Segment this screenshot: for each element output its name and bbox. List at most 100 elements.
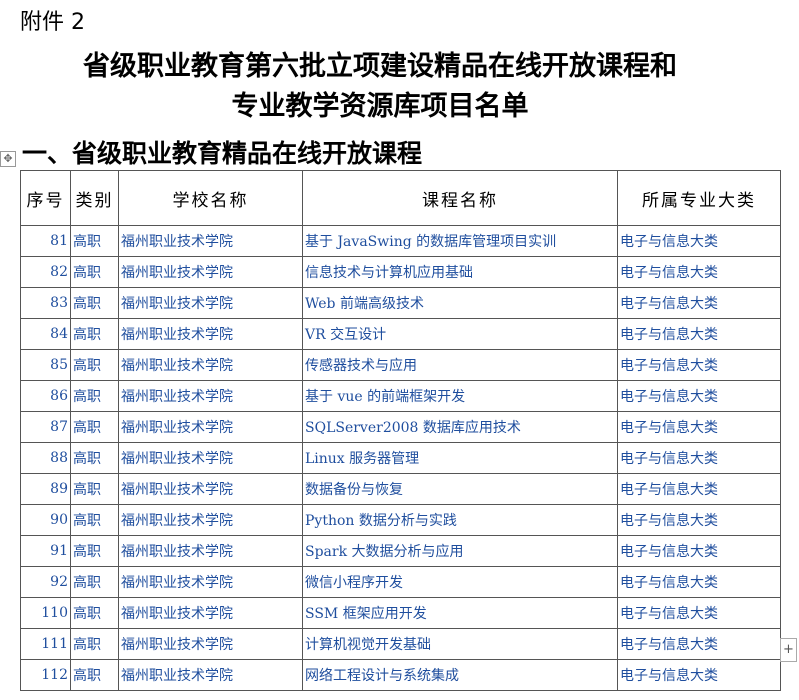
cell-no[interactable]: 111 [20,628,71,660]
cell-course[interactable]: SQLServer2008 数据库应用技术 [302,411,618,443]
cell-type[interactable]: 高职 [70,473,119,505]
cell-text: 高职 [73,513,101,529]
cell-no[interactable]: 90 [20,504,71,536]
cell-no[interactable]: 86 [20,380,71,412]
cell-text: 福州职业技术学院 [121,296,233,312]
cell-course[interactable]: Web 前端高级技术 [302,287,618,319]
cell-course[interactable]: 基于 JavaSwing 的数据库管理项目实训 [302,225,618,257]
cell-major[interactable]: 电子与信息大类 [617,628,781,660]
cell-no[interactable]: 81 [20,225,71,257]
cell-major[interactable]: 电子与信息大类 [617,287,781,319]
cell-course[interactable]: 基于 vue 的前端框架开发 [302,380,618,412]
cell-type[interactable]: 高职 [70,535,119,567]
cell-no[interactable]: 87 [20,411,71,443]
cell-no[interactable]: 112 [20,659,71,691]
table-row: 90 高职 福州职业技术学院 Python 数据分析与实践 电子与信息大类 [20,504,781,536]
table-row: 91 高职 福州职业技术学院 Spark 大数据分析与应用 电子与信息大类 [20,535,781,567]
cell-course[interactable]: 微信小程序开发 [302,566,618,598]
cell-school[interactable]: 福州职业技术学院 [118,318,303,350]
cell-no[interactable]: 91 [20,535,71,567]
cell-school[interactable]: 福州职业技术学院 [118,225,303,257]
cell-type[interactable]: 高职 [70,442,119,474]
cell-no[interactable]: 83 [20,287,71,319]
cell-school[interactable]: 福州职业技术学院 [118,628,303,660]
cell-text: VR 交互设计 [305,327,387,343]
cell-text: Python 数据分析与实践 [305,513,457,529]
cell-school[interactable]: 福州职业技术学院 [118,411,303,443]
cell-school[interactable]: 福州职业技术学院 [118,380,303,412]
cell-text: 高职 [73,575,101,591]
cell-text: 81 [50,233,68,249]
cell-major[interactable]: 电子与信息大类 [617,597,781,629]
cell-no[interactable]: 88 [20,442,71,474]
cell-course[interactable]: Linux 服务器管理 [302,442,618,474]
cell-school[interactable]: 福州职业技术学院 [118,349,303,381]
cell-type[interactable]: 高职 [70,380,119,412]
move-arrows-icon[interactable]: ✥ [0,151,16,167]
cell-type[interactable]: 高职 [70,659,119,691]
cell-no[interactable]: 89 [20,473,71,505]
cell-major[interactable]: 电子与信息大类 [617,349,781,381]
cell-major[interactable]: 电子与信息大类 [617,473,781,505]
cell-type[interactable]: 高职 [70,225,119,257]
cell-text: 电子与信息大类 [620,513,718,529]
cell-school[interactable]: 福州职业技术学院 [118,504,303,536]
plus-icon[interactable]: + [780,638,797,662]
cell-text: 福州职业技术学院 [121,482,233,498]
cell-course[interactable]: 计算机视觉开发基础 [302,628,618,660]
cell-type[interactable]: 高职 [70,349,119,381]
cell-school[interactable]: 福州职业技术学院 [118,597,303,629]
header-major: 所属专业大类 [617,170,781,226]
cell-type[interactable]: 高职 [70,411,119,443]
cell-no[interactable]: 82 [20,256,71,288]
cell-no[interactable]: 110 [20,597,71,629]
cell-major[interactable]: 电子与信息大类 [617,442,781,474]
cell-major[interactable]: 电子与信息大类 [617,318,781,350]
cell-course[interactable]: SSM 框架应用开发 [302,597,618,629]
cell-type[interactable]: 高职 [70,566,119,598]
cell-text: 网络工程设计与系统集成 [305,668,459,684]
cell-course[interactable]: Python 数据分析与实践 [302,504,618,536]
cell-text: 111 [41,636,68,652]
cell-major[interactable]: 电子与信息大类 [617,659,781,691]
cell-major[interactable]: 电子与信息大类 [617,256,781,288]
cell-type[interactable]: 高职 [70,287,119,319]
cell-course[interactable]: 传感器技术与应用 [302,349,618,381]
cell-text: 高职 [73,296,101,312]
cell-major[interactable]: 电子与信息大类 [617,566,781,598]
cell-school[interactable]: 福州职业技术学院 [118,256,303,288]
cell-school[interactable]: 福州职业技术学院 [118,566,303,598]
cell-major[interactable]: 电子与信息大类 [617,535,781,567]
cell-school[interactable]: 福州职业技术学院 [118,535,303,567]
cell-major[interactable]: 电子与信息大类 [617,225,781,257]
cell-type[interactable]: 高职 [70,318,119,350]
table-row: 87 高职 福州职业技术学院 SQLServer2008 数据库应用技术 电子与信息大类 [20,411,781,443]
header-type: 类别 [70,170,119,226]
cell-type[interactable]: 高职 [70,256,119,288]
cell-text: 电子与信息大类 [620,575,718,591]
cell-text: 高职 [73,389,101,405]
cell-text: 福州职业技术学院 [121,327,233,343]
cell-major[interactable]: 电子与信息大类 [617,504,781,536]
cell-type[interactable]: 高职 [70,597,119,629]
cell-type[interactable]: 高职 [70,504,119,536]
cell-course[interactable]: 数据备份与恢复 [302,473,618,505]
cell-no[interactable]: 84 [20,318,71,350]
cell-text: 87 [50,419,68,435]
cell-type[interactable]: 高职 [70,628,119,660]
cell-no[interactable]: 92 [20,566,71,598]
cell-text: 高职 [73,451,101,467]
cell-major[interactable]: 电子与信息大类 [617,411,781,443]
cell-course[interactable]: VR 交互设计 [302,318,618,350]
cell-no[interactable]: 85 [20,349,71,381]
cell-course[interactable]: 信息技术与计算机应用基础 [302,256,618,288]
cell-school[interactable]: 福州职业技术学院 [118,473,303,505]
cell-text: 电子与信息大类 [620,482,718,498]
cell-school[interactable]: 福州职业技术学院 [118,287,303,319]
cell-school[interactable]: 福州职业技术学院 [118,659,303,691]
cell-major[interactable]: 电子与信息大类 [617,380,781,412]
cell-text: 高职 [73,668,101,684]
cell-course[interactable]: 网络工程设计与系统集成 [302,659,618,691]
cell-school[interactable]: 福州职业技术学院 [118,442,303,474]
cell-course[interactable]: Spark 大数据分析与应用 [302,535,618,567]
